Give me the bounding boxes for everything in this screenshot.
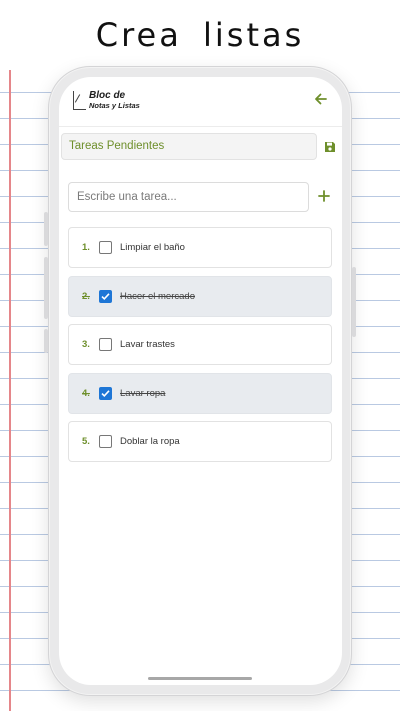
phone-volume-down-button <box>44 257 48 319</box>
task-text: Lavar ropa <box>120 387 166 399</box>
app-screen: Bloc de Notas y Listas Tareas Pendientes <box>59 77 342 685</box>
task-text: Hacer el mercado <box>120 290 195 302</box>
task-number: 5. <box>82 436 90 447</box>
task-checkbox[interactable] <box>99 338 112 351</box>
phone-frame: Bloc de Notas y Listas Tareas Pendientes <box>44 66 356 696</box>
task-checkbox[interactable] <box>99 435 112 448</box>
task-number: 3. <box>82 339 90 350</box>
notepad-icon <box>73 91 86 110</box>
task-checkbox[interactable] <box>99 386 112 400</box>
phone-side-button <box>44 329 48 353</box>
task-number: 2. <box>82 290 90 302</box>
notebook-margin-line <box>9 0 11 711</box>
task-list: 1. Limpiar el baño 2. Hacer el mercado 3… <box>68 227 332 470</box>
task-item[interactable]: 3. Lavar trastes <box>68 324 332 365</box>
checkmark-icon <box>101 389 110 397</box>
add-task-button[interactable] <box>315 185 333 207</box>
app-bar: Bloc de Notas y Listas <box>59 77 342 127</box>
save-button[interactable] <box>324 140 338 154</box>
arrow-left-icon <box>315 93 327 105</box>
task-number: 4. <box>82 387 90 399</box>
app-logo: Bloc de Notas y Listas <box>73 91 140 110</box>
logo-subtitle: Notas y Listas <box>89 101 140 110</box>
task-item[interactable]: 5. Doblar la ropa <box>68 421 332 462</box>
new-task-input[interactable] <box>68 182 309 212</box>
task-item[interactable]: 1. Limpiar el baño <box>68 227 332 268</box>
task-text: Lavar trastes <box>120 339 175 350</box>
checkmark-icon <box>101 292 110 300</box>
back-button[interactable] <box>312 92 330 110</box>
floppy-disk-icon <box>325 142 335 152</box>
plus-icon <box>318 190 330 202</box>
task-text: Doblar la ropa <box>120 436 180 447</box>
list-name-field[interactable]: Tareas Pendientes <box>61 133 317 160</box>
phone-power-button <box>352 267 356 337</box>
task-item[interactable]: 4. Lavar ropa <box>68 372 332 414</box>
logo-title: Bloc de <box>89 90 126 101</box>
promo-headline: Crea listas <box>0 0 400 70</box>
phone-volume-up-button <box>44 212 48 246</box>
task-item[interactable]: 2. Hacer el mercado <box>68 275 332 317</box>
task-number: 1. <box>82 242 90 253</box>
task-checkbox[interactable] <box>99 241 112 254</box>
task-checkbox[interactable] <box>99 289 112 303</box>
task-text: Limpiar el baño <box>120 242 185 253</box>
home-indicator[interactable] <box>148 677 252 680</box>
headline-text: Crea listas <box>95 16 305 54</box>
